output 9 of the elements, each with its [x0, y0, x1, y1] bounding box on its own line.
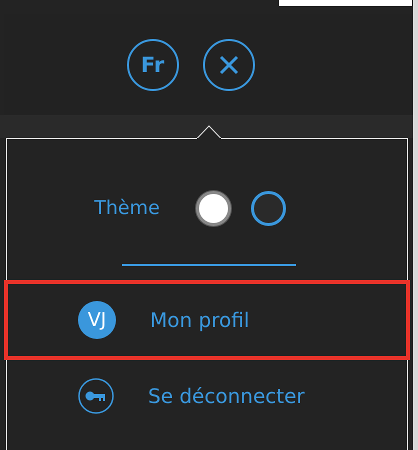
theme-label: Thème	[94, 197, 160, 219]
menu-item[interactable]: VJ Mon profil	[4, 280, 410, 360]
language-button[interactable]: Fr	[126, 38, 178, 90]
close-icon	[218, 54, 240, 76]
avatar: VJ	[78, 301, 116, 339]
key-icon	[78, 378, 114, 414]
theme-option[interactable]	[196, 190, 231, 226]
close-button[interactable]	[202, 38, 254, 90]
menu-item[interactable]: Se déconnecter	[4, 360, 410, 432]
